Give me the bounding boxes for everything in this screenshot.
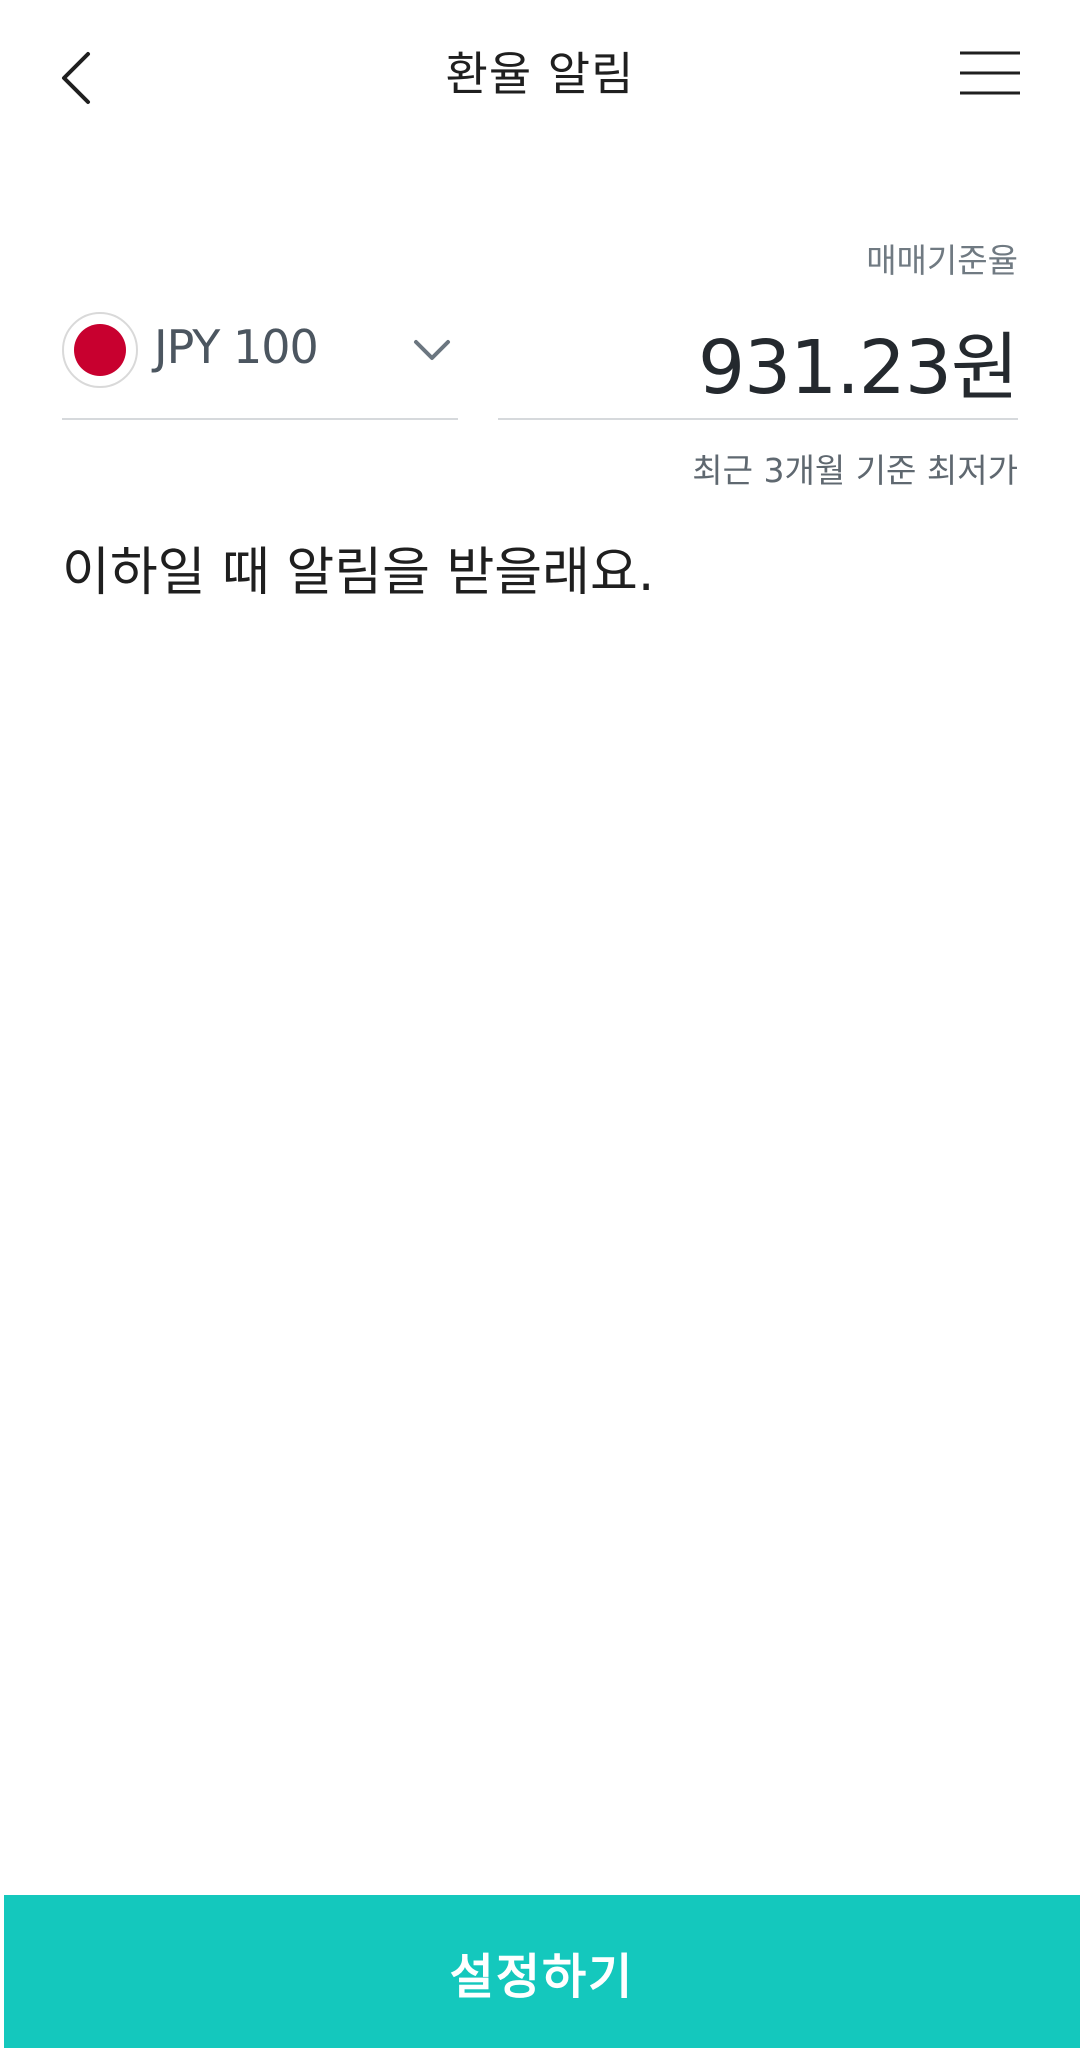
rate-value: 931.23원 [697, 325, 1019, 411]
header: 환율 알림 [0, 0, 1080, 150]
alert-condition-text: 이하일 때 알림을 받을래요. [62, 543, 655, 603]
rate-type-label: 매매기준율 [866, 241, 1018, 280]
rate-value-field[interactable]: 931.23원 [498, 300, 1019, 420]
exchange-rate-alert-screen: 환율 알림 매매기준율 JPY 100 931.23원 최근 3개월 기준 최저… [0, 0, 1080, 2048]
currency-code: JPY 100 [154, 320, 319, 374]
chevron-down-icon [414, 340, 450, 360]
submit-button[interactable]: 설정하기 [4, 1895, 1080, 2048]
japan-flag-icon [62, 312, 138, 388]
currency-dropdown[interactable]: JPY 100 [62, 300, 458, 420]
flag-sun [74, 324, 126, 376]
rate-caption: 최근 3개월 기준 최저가 [692, 451, 1018, 490]
hamburger-menu-icon [960, 51, 1020, 95]
page-title: 환율 알림 [445, 47, 635, 101]
menu-button[interactable] [958, 50, 1022, 96]
